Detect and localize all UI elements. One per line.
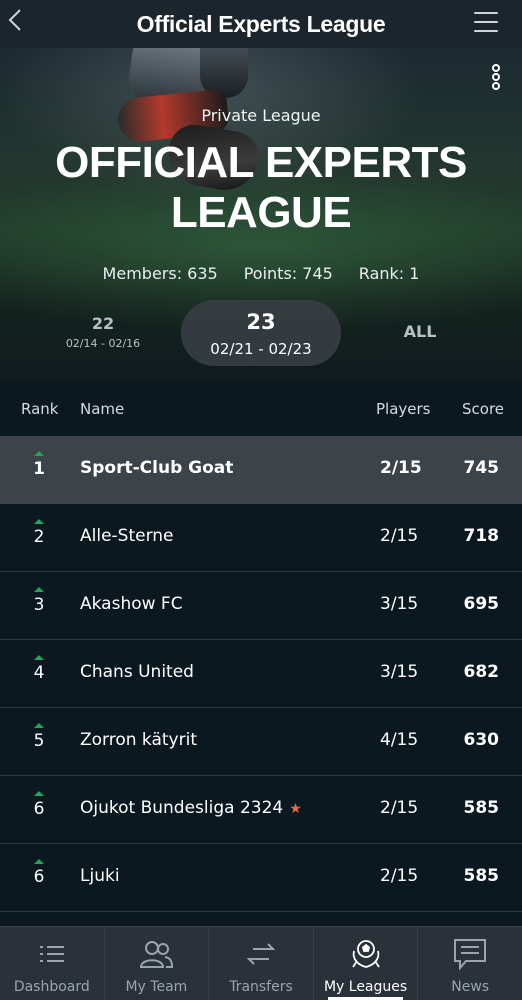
row-score: 718 [463,526,500,546]
gameweek-23-option-selected[interactable]: 23 02/21 - 02/23 [181,300,341,366]
more-options-icon[interactable] [492,64,500,90]
row-players: 2/15 [380,526,419,546]
row-rank: 1 [33,459,45,479]
trophy-ball-icon [351,940,380,968]
table-row[interactable]: 3 Akashow FC 3/15 695 [0,572,522,640]
row-score: 630 [463,730,500,750]
row-team-name: Alle-Sterne [80,526,174,546]
rank-up-icon [34,655,44,660]
league-type-label: Private League [201,106,321,125]
row-team-name-text: Ojukot Bundesliga 2324 [80,798,284,818]
table-row[interactable]: 4 Chans United 3/15 682 [0,640,522,708]
row-score: 585 [463,866,500,886]
star-icon: ★ [289,801,302,817]
tab-label: My Leagues [323,979,408,995]
rank-up-icon [34,587,44,592]
tab-transfers[interactable]: Transfers [209,927,314,1000]
chevron-left-icon[interactable] [8,8,32,36]
row-players: 2/15 [380,798,419,818]
tab-label: Transfers [229,979,293,995]
row-team-name: Chans United [80,662,194,682]
table-row[interactable]: 2 Alle-Sterne 2/15 718 [0,504,522,572]
transfer-arrows-icon [246,943,276,965]
members-stat: Members: 635 [102,264,218,283]
column-score: Score [462,400,505,418]
news-message-icon [454,939,487,971]
rank-stat: Rank: 1 [358,264,420,283]
row-team-name: Ljuki [80,866,120,886]
row-team-name: Akashow FC [80,594,183,614]
row-rank: 5 [33,731,45,751]
row-players: 2/15 [380,458,422,478]
row-score: 695 [463,594,500,614]
table-row[interactable]: 6 Ojukot Bundesliga 2324 ★ 2/15 585 [0,776,522,844]
row-team-name: Sport-Club Goat [80,458,234,478]
hamburger-menu-icon[interactable] [474,12,498,32]
rank-up-icon [34,859,44,864]
league-title: OFFICIAL EXPERTS LEAGUE [55,138,467,237]
row-players: 3/15 [380,662,419,682]
row-score: 682 [463,662,500,682]
table-row[interactable]: 5 Zorron kätyrit 4/15 630 [0,708,522,776]
rank-up-icon [34,791,44,796]
column-rank: Rank [21,400,59,418]
row-rank: 3 [33,595,45,615]
standings-table: 1 Sport-Club Goat 2/15 745 2 Alle-Sterne… [0,436,522,932]
league-stats: Members: 635 Points: 745 Rank: 1 [0,264,522,283]
row-players: 4/15 [380,730,419,750]
top-app-bar: Official Experts League [0,0,522,48]
rank-up-icon [34,723,44,728]
page-title: Official Experts League [136,10,386,37]
gameweek-dates: 02/21 - 02/23 [210,340,312,358]
tab-label: Dashboard [13,979,90,995]
gameweek-number: 23 [246,310,276,334]
row-players: 2/15 [380,866,419,886]
row-score: 745 [463,458,500,478]
column-players: Players [376,400,431,418]
column-name: Name [80,400,125,418]
gameweek-number: 22 [91,314,115,333]
tab-label: My Team [125,979,188,995]
gameweek-selector: 22 02/14 - 02/16 23 02/21 - 02/23 ALL [0,300,522,368]
gameweek-22-option[interactable]: 22 02/14 - 02/16 [48,314,158,350]
rank-up-icon [34,519,44,524]
league-hero-banner: Private League OFFICIAL EXPERTS LEAGUE M… [0,48,522,382]
row-rank: 2 [33,527,45,547]
row-rank: 6 [33,799,45,819]
gameweek-all-option[interactable]: ALL [390,322,450,341]
table-row[interactable]: 1 Sport-Club Goat 2/15 745 [0,436,522,504]
points-stat: Points: 745 [243,264,333,283]
tab-my-leagues[interactable]: My Leagues [314,927,419,1000]
bottom-tab-bar: Dashboard My Team Transfers My Leagues N… [0,926,522,1000]
row-players: 3/15 [380,594,419,614]
users-icon [140,941,174,968]
table-row[interactable]: 6 Ljuki 2/15 585 [0,844,522,912]
row-rank: 6 [33,867,45,887]
gameweek-dates: 02/14 - 02/16 [65,337,141,350]
rank-up-icon [34,451,44,456]
tab-news[interactable]: News [418,927,522,1000]
tab-dashboard[interactable]: Dashboard [0,927,105,1000]
list-icon [39,946,64,962]
tab-my-team[interactable]: My Team [105,927,210,1000]
row-team-name: Zorron kätyrit [80,730,197,750]
row-team-name: Ojukot Bundesliga 2324 ★ [80,798,302,818]
row-rank: 4 [33,663,45,683]
standings-table-header: Rank Name Players Score [0,382,522,436]
tab-label: News [451,979,490,995]
row-score: 585 [463,798,500,818]
